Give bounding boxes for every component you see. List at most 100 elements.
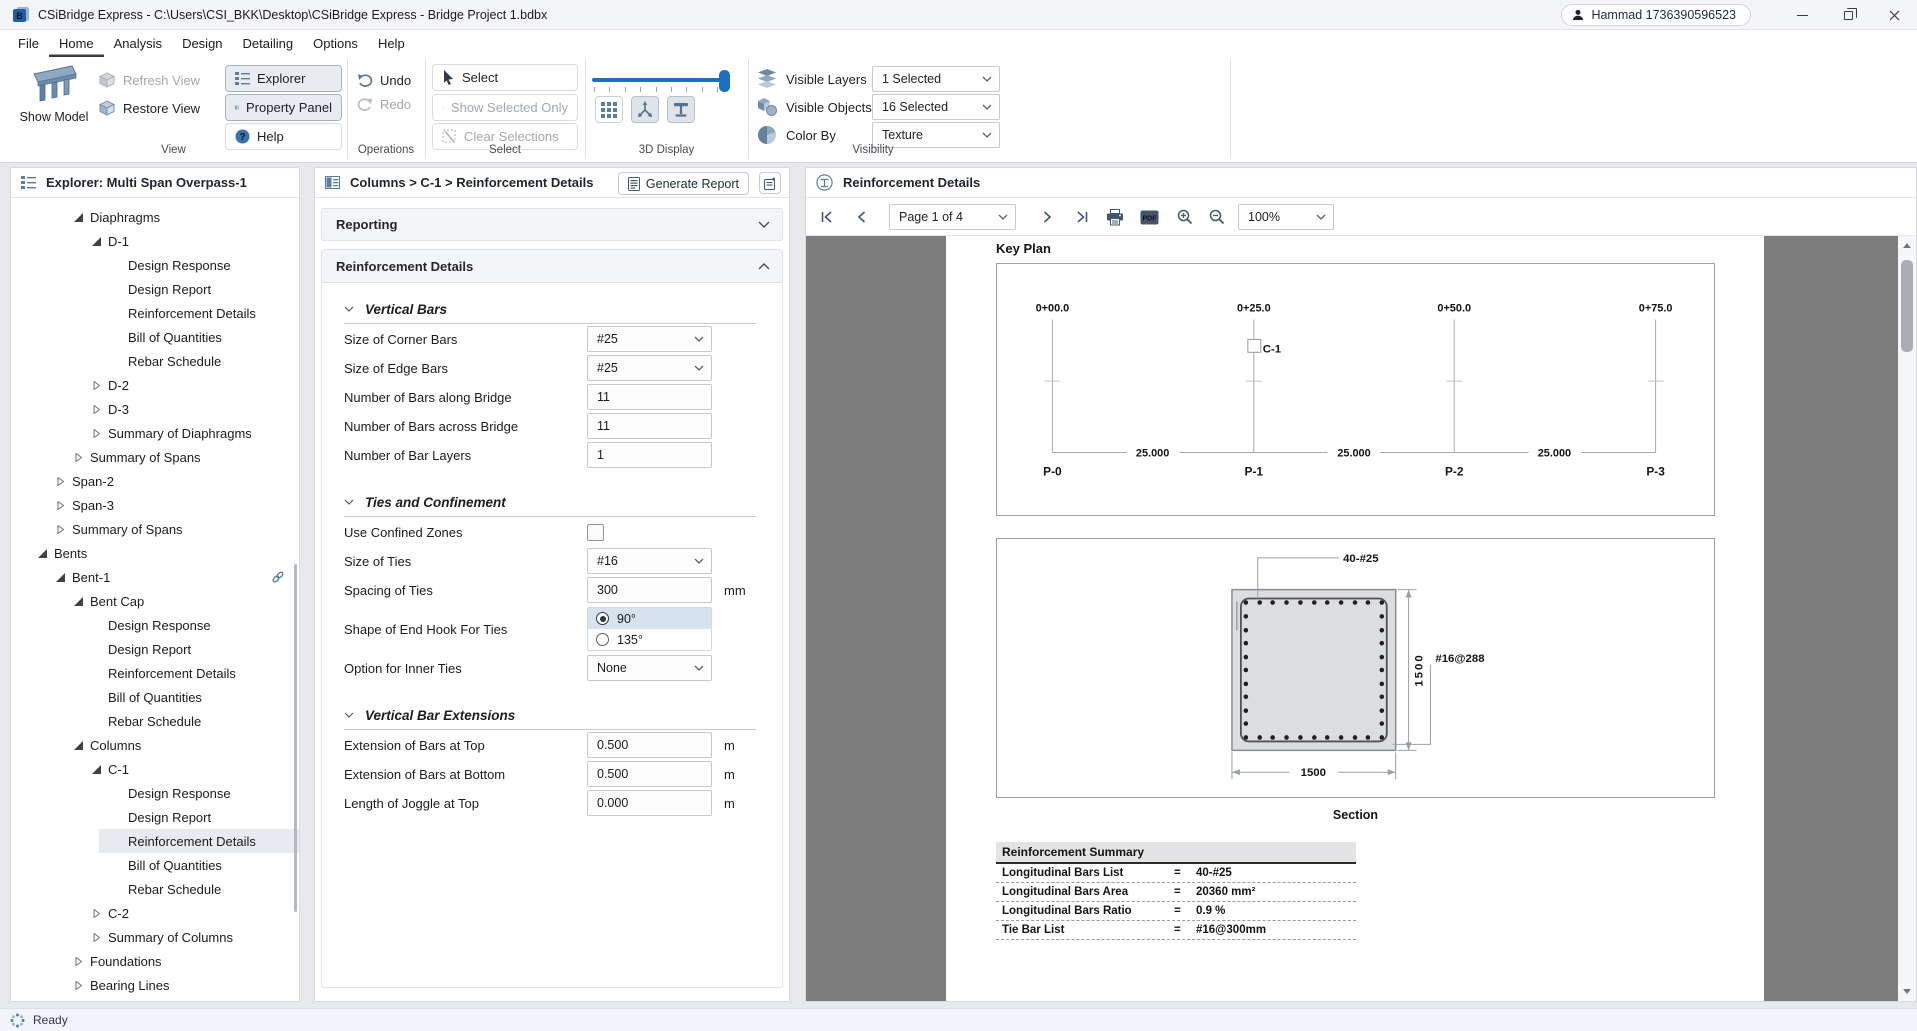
extensions-group-header[interactable]: Vertical Bar Extensions (344, 704, 756, 726)
menu-options[interactable]: Options (303, 30, 368, 57)
property-panel-toggle-button[interactable]: Property Panel (225, 94, 342, 121)
select-button[interactable]: Select (432, 64, 578, 91)
pin-panel-button[interactable] (759, 172, 781, 194)
visible-objects-select[interactable]: 16 Selected (872, 94, 1000, 120)
tree-item[interactable]: Summary of Spans (11, 517, 299, 541)
tree-item[interactable]: Design Response (11, 613, 299, 637)
undo-button[interactable]: Undo (357, 67, 411, 93)
show-model-button[interactable]: Show Model (14, 62, 94, 146)
redo-button[interactable]: Redo (357, 91, 411, 117)
refresh-view-button[interactable]: Refresh View (98, 67, 200, 93)
tree-expander-icon[interactable] (56, 573, 65, 582)
tree-item[interactable]: Rebar Schedule (11, 877, 299, 901)
tree-expander-icon[interactable] (74, 597, 83, 606)
tree-item[interactable]: Span-3 (11, 493, 299, 517)
tree-item[interactable]: Bill of Quantities (11, 853, 299, 877)
restore-window-button[interactable] (1825, 0, 1871, 30)
tree-item[interactable]: D-2 (11, 373, 299, 397)
tree-expander-icon[interactable] (74, 981, 83, 990)
display-slider-track[interactable] (592, 78, 728, 82)
scroll-down-icon[interactable] (1903, 989, 1911, 994)
tree-expander-icon[interactable] (74, 453, 83, 462)
tree-item[interactable]: Bearing Lines (11, 973, 299, 997)
next-page-button[interactable] (1034, 204, 1060, 230)
tree-scrollbar[interactable] (294, 564, 297, 912)
explorer-toggle-button[interactable]: Explorer (225, 65, 342, 92)
tree-item[interactable]: Summary of Diaphragms (11, 421, 299, 445)
tree-item[interactable]: Columns (11, 733, 299, 757)
extension-bottom-input[interactable]: 0.500 (587, 761, 712, 787)
tree-item[interactable]: Design Response (11, 253, 299, 277)
tree-expander-icon[interactable] (74, 957, 83, 966)
zoom-level-select[interactable]: 100% (1238, 204, 1334, 230)
inner-ties-select[interactable]: None (587, 655, 712, 681)
minimize-button[interactable] (1779, 0, 1825, 30)
zoom-out-button[interactable] (1204, 204, 1230, 230)
tree-expander-icon[interactable] (38, 549, 47, 558)
tree-item[interactable]: Foundations (11, 949, 299, 973)
tree-item[interactable]: Span-2 (11, 469, 299, 493)
show-selected-only-button[interactable]: Show Selected Only (432, 94, 578, 121)
tree-item[interactable]: Summary of Columns (11, 925, 299, 949)
tree-expander-icon[interactable] (92, 909, 101, 918)
tree-expander-icon[interactable] (56, 525, 65, 534)
bar-layers-input[interactable]: 1 (587, 442, 712, 468)
tree-item-selected[interactable]: Reinforcement Details (11, 829, 299, 853)
menu-help[interactable]: Help (368, 30, 415, 57)
zoom-in-button[interactable] (1172, 204, 1198, 230)
user-account-button[interactable]: Hammad 1736390596523 (1561, 4, 1751, 26)
reinforcement-details-section-header[interactable]: Reinforcement Details (322, 250, 782, 283)
tree-item[interactable]: C-1 (11, 757, 299, 781)
prev-page-button[interactable] (848, 204, 874, 230)
orbit-axes-toggle-button[interactable] (631, 96, 659, 123)
hook-135-radio[interactable]: 135° (588, 629, 711, 650)
ties-group-header[interactable]: Ties and Confinement (344, 491, 756, 513)
tree-item[interactable]: Bill of Quantities (11, 325, 299, 349)
tree-item[interactable]: Rebar Schedule (11, 349, 299, 373)
scroll-up-icon[interactable] (1903, 243, 1911, 248)
tree-item[interactable]: Bent Cap (11, 589, 299, 613)
use-confined-zones-checkbox[interactable] (587, 524, 604, 541)
tree-expander-icon[interactable] (92, 237, 101, 246)
tree-expander-icon[interactable] (74, 213, 83, 222)
tree-item[interactable]: Diaphragms (11, 205, 299, 229)
tree-item[interactable]: Design Report (11, 637, 299, 661)
tree-item[interactable]: D-3 (11, 397, 299, 421)
print-button[interactable] (1102, 204, 1128, 230)
display-slider-thumb[interactable] (719, 70, 730, 92)
page-select[interactable]: Page 1 of 4 (889, 204, 1016, 230)
tree-item[interactable]: Design Response (11, 781, 299, 805)
grid-toggle-button[interactable] (595, 96, 623, 123)
extrude-toggle-button[interactable] (667, 96, 695, 123)
restore-view-button[interactable]: Restore View (98, 95, 200, 121)
tree-item[interactable]: Design Report (11, 277, 299, 301)
spacing-of-ties-input[interactable]: 300 (587, 577, 712, 603)
close-button[interactable] (1871, 0, 1917, 30)
report-scrollbar[interactable] (1898, 236, 1916, 1001)
menu-detailing[interactable]: Detailing (233, 30, 304, 57)
visible-layers-select[interactable]: 1 Selected (872, 66, 1000, 92)
tree-expander-icon[interactable] (92, 933, 101, 942)
tree-expander-icon[interactable] (74, 741, 83, 750)
tree-expander-icon[interactable] (92, 381, 101, 390)
tree-expander-icon[interactable] (92, 405, 101, 414)
scrollbar-thumb[interactable] (1901, 260, 1913, 352)
extension-top-input[interactable]: 0.500 (587, 732, 712, 758)
tree-item[interactable]: Reinforcement Details (11, 301, 299, 325)
tree-expander-icon[interactable] (92, 765, 101, 774)
generate-report-button[interactable]: Generate Report (618, 172, 749, 195)
menu-analysis[interactable]: Analysis (104, 30, 172, 57)
menu-file[interactable]: File (8, 30, 49, 57)
tree-item[interactable]: Rebar Schedule (11, 709, 299, 733)
size-of-corner-bars-select[interactable]: #25 (587, 326, 712, 352)
bars-across-bridge-input[interactable]: 11 (587, 413, 712, 439)
menu-design[interactable]: Design (172, 30, 232, 57)
size-of-ties-select[interactable]: #16 (587, 548, 712, 574)
export-pdf-button[interactable]: PDF (1136, 204, 1162, 230)
tree-expander-icon[interactable] (92, 429, 101, 438)
hook-90-radio[interactable]: 90° (588, 608, 711, 629)
tree-expander-icon[interactable] (56, 501, 65, 510)
menu-home[interactable]: Home (49, 30, 104, 57)
tree-item[interactable]: Design Report (11, 805, 299, 829)
reporting-section-header[interactable]: Reporting (321, 208, 783, 241)
